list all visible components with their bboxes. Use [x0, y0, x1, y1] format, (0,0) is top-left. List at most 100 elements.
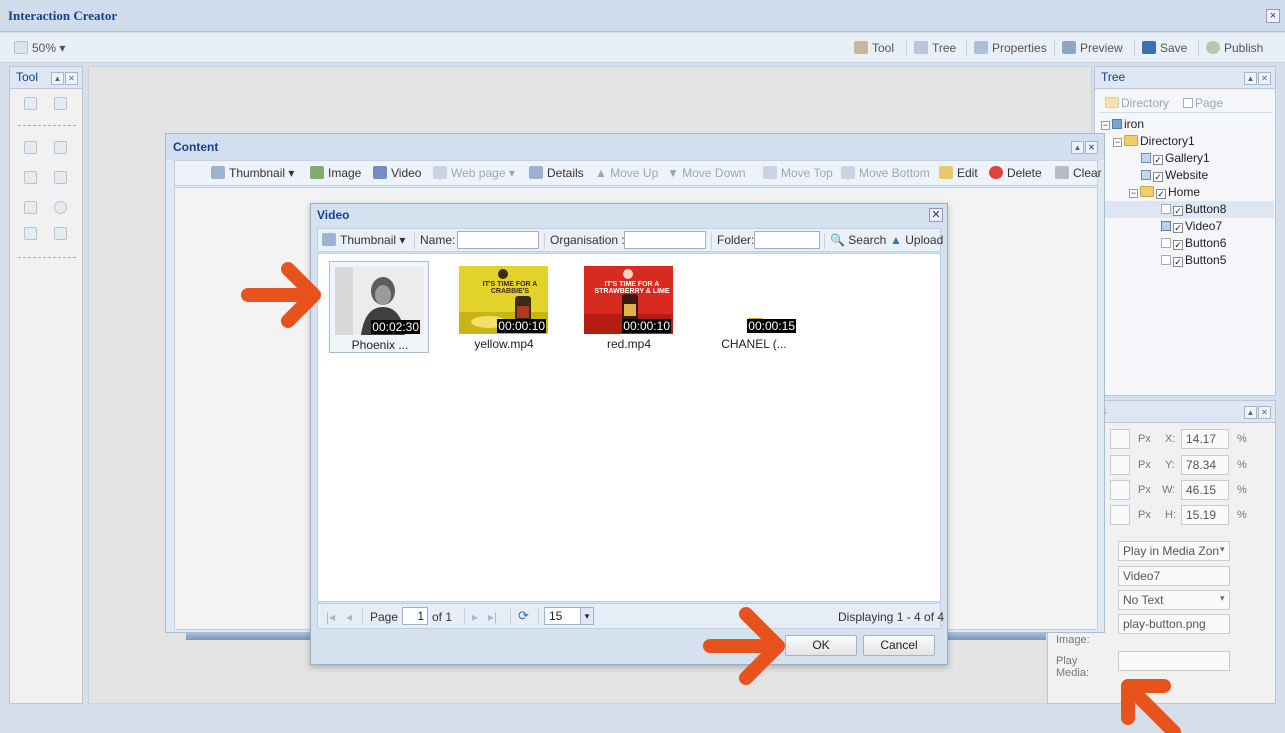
add-page-button[interactable]: Page — [1183, 96, 1223, 110]
chevron-down-icon[interactable]: ▾ — [1220, 593, 1225, 604]
width-percent-input[interactable]: 46.15 — [1181, 480, 1229, 500]
edit-button[interactable]: Edit — [939, 166, 978, 180]
collapse-icon[interactable]: ▲ — [1071, 141, 1084, 154]
close-icon[interactable]: ✕ — [1085, 141, 1098, 154]
chevron-down-icon[interactable]: ▾ — [580, 608, 593, 624]
video-tool-icon[interactable] — [24, 141, 37, 154]
target-field[interactable]: Video7 — [1118, 566, 1230, 586]
ok-button[interactable]: OK — [785, 635, 857, 656]
tree-node-website[interactable]: ✓ Website — [1141, 168, 1208, 182]
video-item[interactable]: 00:02:30 Phoenix ... — [329, 261, 429, 353]
tree-node-button8[interactable]: ✓ Button8 — [1161, 202, 1226, 216]
select-tool-icon[interactable] — [24, 97, 37, 110]
content-thumbnail-button[interactable]: Thumbnail ▾ — [211, 166, 294, 180]
window-title: Interaction Creator — [8, 8, 118, 23]
tree-button[interactable]: Tree — [914, 41, 956, 55]
move-bottom-button[interactable]: Move Bottom — [841, 166, 930, 180]
last-page-icon[interactable]: ▸| — [488, 610, 497, 624]
cancel-button[interactable]: Cancel — [863, 635, 935, 656]
organisation-input[interactable] — [624, 231, 706, 249]
chevron-down-icon[interactable]: ▾ — [1220, 544, 1225, 555]
dialog-thumbnail-button[interactable]: Thumbnail ▾ — [322, 233, 405, 247]
add-webpage-button[interactable]: Web page ▾ — [433, 166, 515, 180]
width-px-field[interactable] — [1110, 480, 1130, 500]
clock-tool-icon[interactable] — [54, 201, 67, 214]
add-directory-button[interactable]: Directory — [1105, 96, 1169, 110]
y-percent-input[interactable]: 78.34 — [1181, 455, 1229, 475]
checkbox-checked-icon[interactable]: ✓ — [1173, 206, 1183, 216]
image-tool-icon[interactable] — [54, 141, 67, 154]
top-px-field[interactable] — [1110, 455, 1130, 475]
delete-button[interactable]: Delete — [989, 166, 1042, 180]
tool-button[interactable]: Tool — [854, 41, 894, 55]
first-page-icon[interactable]: |◂ — [326, 610, 335, 624]
zoom-value: 50% — [32, 41, 57, 55]
collapse-icon[interactable]: ▲ — [51, 72, 64, 85]
properties-button[interactable]: Properties — [974, 41, 1047, 55]
name-input[interactable] — [457, 231, 539, 249]
checkbox-checked-icon[interactable]: ✓ — [1156, 189, 1166, 199]
height-percent-input[interactable]: 15.19 — [1181, 505, 1229, 525]
page-tool-icon[interactable] — [54, 227, 67, 240]
action-select[interactable]: Play in Media Zon — [1118, 541, 1230, 561]
move-up-button[interactable]: ▲ Move Up — [595, 166, 658, 180]
tool-panel-controls: ▲ ✕ — [50, 70, 78, 85]
text-mode-select[interactable]: No Text — [1118, 590, 1230, 610]
image-field[interactable]: play-button.png — [1118, 614, 1230, 634]
name-label: Name: — [420, 233, 456, 247]
left-px-field[interactable] — [1110, 429, 1130, 449]
publish-button[interactable]: Publish — [1206, 41, 1263, 55]
close-icon[interactable]: ✕ — [1258, 406, 1271, 419]
move-down-button[interactable]: ▼ Move Down — [667, 166, 746, 180]
search-button[interactable]: 🔍 Search — [830, 233, 886, 247]
tree-node-gallery1[interactable]: ✓ Gallery1 — [1141, 151, 1210, 165]
collapse-toggle-icon[interactable]: − — [1101, 121, 1110, 130]
collapse-icon[interactable]: ▲ — [1244, 406, 1257, 419]
move-top-button[interactable]: Move Top — [763, 166, 833, 180]
button-icon — [1161, 255, 1171, 265]
save-button[interactable]: Save — [1142, 41, 1187, 55]
tree-node-button5[interactable]: ✓ Button5 — [1161, 253, 1226, 267]
x-percent-input[interactable]: 14.17 — [1181, 429, 1229, 449]
dialog-close-icon[interactable]: ✕ — [929, 208, 943, 222]
add-image-button[interactable]: Image — [310, 166, 361, 180]
tree-node-root[interactable]: − iron — [1101, 117, 1144, 131]
move-top-label: Move Top — [781, 166, 833, 180]
details-button[interactable]: Details — [529, 166, 584, 180]
height-px-field[interactable] — [1110, 505, 1130, 525]
close-icon[interactable]: ✕ — [65, 72, 78, 85]
checkbox-checked-icon[interactable]: ✓ — [1173, 240, 1183, 250]
video-item[interactable]: IT'S TIME FOR A STRAWBERRY & LIME 00:00:… — [579, 261, 679, 353]
button-tool-icon[interactable] — [54, 171, 67, 184]
clear-button[interactable]: Clear — [1055, 166, 1102, 180]
video-item[interactable]: IT'S TIME FOR A CRABBIE'S 00:00:10 yello… — [454, 261, 554, 353]
collapse-toggle-icon[interactable]: − — [1129, 189, 1138, 198]
collapse-icon[interactable]: ▲ — [1244, 72, 1257, 85]
shape-tool-icon[interactable] — [24, 227, 37, 240]
tree-node-home[interactable]: − ✓ Home — [1129, 185, 1200, 199]
checkbox-checked-icon[interactable]: ✓ — [1173, 257, 1183, 267]
refresh-icon[interactable]: ⟳ — [518, 608, 529, 624]
prev-page-icon[interactable]: ◂ — [346, 610, 352, 624]
tree-node-button6[interactable]: ✓ Button6 — [1161, 236, 1226, 250]
preview-button[interactable]: Preview — [1062, 41, 1123, 55]
collapse-toggle-icon[interactable]: − — [1113, 138, 1122, 147]
gallery-tool-icon[interactable] — [24, 201, 37, 214]
checkbox-checked-icon[interactable]: ✓ — [1153, 172, 1163, 182]
next-page-icon[interactable]: ▸ — [472, 610, 478, 624]
page-number-input[interactable]: 1 — [402, 607, 428, 625]
upload-button[interactable]: ▲ Upload — [890, 233, 943, 247]
tree-node-video7[interactable]: ✓ Video7 — [1161, 219, 1222, 233]
checkbox-checked-icon[interactable]: ✓ — [1173, 223, 1183, 233]
add-video-button[interactable]: Video — [373, 166, 421, 180]
checkbox-checked-icon[interactable]: ✓ — [1153, 155, 1163, 165]
close-icon[interactable]: ✕ — [1258, 72, 1271, 85]
frame-tool-icon[interactable] — [54, 97, 67, 110]
tree-node-directory1[interactable]: − Directory1 — [1113, 134, 1195, 148]
video-item[interactable]: 00:00:15 CHANEL (... — [704, 261, 804, 353]
window-close-icon[interactable]: × — [1266, 9, 1280, 23]
text-tool-icon[interactable] — [24, 171, 37, 184]
zoom-select[interactable]: 50% ▾ — [14, 41, 65, 55]
tool-panel: Tool ▲ ✕ — [9, 66, 83, 704]
folder-input[interactable] — [754, 231, 820, 249]
